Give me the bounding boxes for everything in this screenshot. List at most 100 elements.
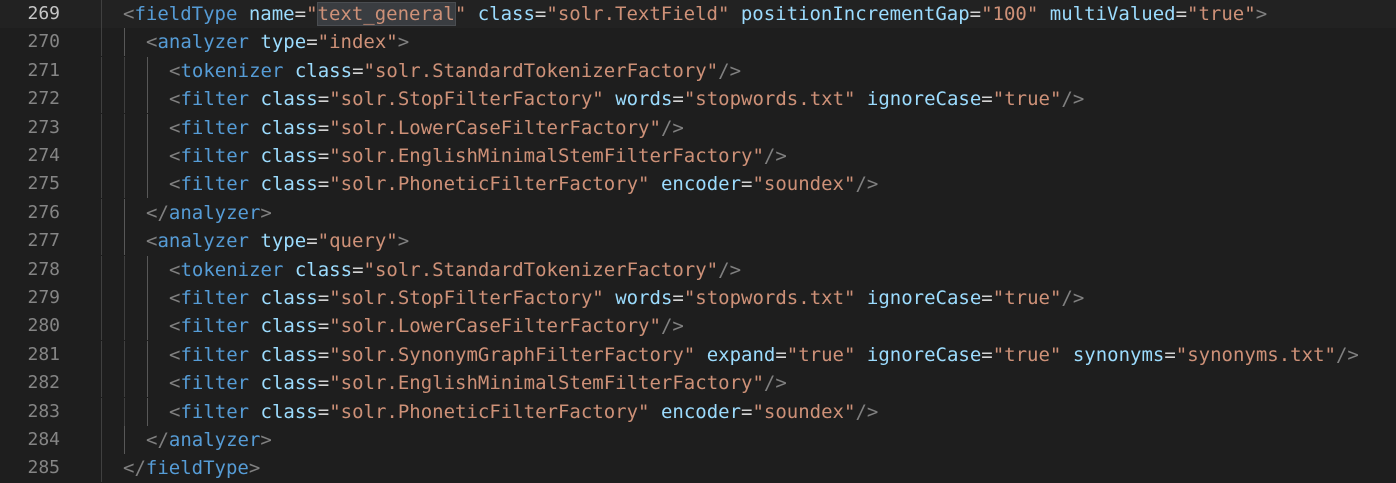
- indent-guide: [101, 312, 102, 341]
- code-token: "true": [992, 88, 1062, 111]
- code-token: class: [260, 116, 318, 139]
- indent-guide: [101, 198, 102, 227]
- code-line[interactable]: 275 <filter class="solr.PhoneticFilterFac…: [0, 170, 1396, 199]
- code-token: >: [1255, 3, 1268, 25]
- code-token: filter: [180, 145, 250, 167]
- code-token: fieldType: [134, 3, 238, 25]
- code-token: "stopwords.txt": [683, 88, 856, 111]
- code-text: <tokenizer class="solr.StandardTokenizer…: [169, 57, 741, 85]
- code-line[interactable]: 272 <filter class="solr.StopFilterFactory…: [0, 85, 1396, 114]
- code-token: =: [294, 3, 307, 25]
- code-line[interactable]: 271 <tokenizer class="solr.StandardTokeni…: [0, 56, 1396, 85]
- code-line[interactable]: 276 </analyzer>: [0, 198, 1396, 227]
- code-token: tokenizer: [180, 59, 284, 82]
- code-line[interactable]: 281 <filter class="solr.SynonymGraphFilte…: [0, 340, 1396, 369]
- code-token: class: [260, 343, 318, 366]
- code-text: </fieldType>: [123, 454, 260, 482]
- line-number: 279: [27, 287, 60, 308]
- code-token: =: [534, 3, 547, 25]
- code-token: =: [317, 343, 330, 366]
- code-token: "true": [786, 343, 856, 366]
- code-line[interactable]: 270 <analyzer type="index">: [0, 28, 1396, 57]
- indent-guide: [101, 340, 102, 369]
- code-line[interactable]: 278 <tokenizer class="solr.StandardTokeni…: [0, 255, 1396, 284]
- code-line[interactable]: 274 <filter class="solr.EnglishMinimalSte…: [0, 142, 1396, 170]
- code-token: class: [294, 59, 353, 82]
- code-token: =: [317, 88, 330, 111]
- code-line[interactable]: 273 <filter class="solr.LowerCaseFilterFa…: [0, 113, 1396, 142]
- code-token: =: [741, 400, 753, 423]
- code-token: class: [477, 3, 535, 25]
- indent-guide: [124, 426, 125, 454]
- indent-guide: [101, 454, 102, 483]
- code-token: <: [169, 116, 181, 139]
- indent-guide: [147, 142, 148, 170]
- code-token: expand: [706, 343, 776, 366]
- code-token: filter: [180, 287, 250, 309]
- code-token: <: [123, 3, 135, 25]
- code-token: "stopwords.txt": [683, 287, 856, 309]
- indent-guide: [101, 28, 102, 57]
- code-text: <filter class="solr.StopFilterFactory" w…: [169, 85, 1084, 113]
- code-line[interactable]: 285 </fieldType>: [0, 454, 1396, 483]
- code-token: positionIncrementGap: [740, 3, 970, 25]
- code-token: analyzer: [168, 201, 261, 224]
- code-editor[interactable]: 269 <fieldType name="text_general" class=…: [0, 0, 1396, 483]
- line-number: 282: [27, 372, 60, 394]
- code-token: "solr.StopFilterFactory": [329, 88, 604, 111]
- code-token: synonyms: [1072, 343, 1165, 366]
- code-token: =: [306, 31, 318, 54]
- code-token: />: [1061, 88, 1085, 111]
- code-token: =: [741, 173, 753, 196]
- code-line[interactable]: 269 <fieldType name="text_general" class=…: [0, 0, 1396, 28]
- code-token: name: [248, 3, 295, 25]
- code-line[interactable]: 283 <filter class="solr.PhoneticFilterFac…: [0, 397, 1396, 426]
- code-token: =: [672, 287, 684, 309]
- indent-guide: [101, 284, 102, 312]
- code-token: <: [169, 88, 181, 111]
- code-line[interactable]: 280 <filter class="solr.LowerCaseFilterFa…: [0, 312, 1396, 341]
- code-token: <: [146, 31, 158, 54]
- indent-guide: [147, 170, 148, 199]
- line-number: 274: [27, 145, 60, 166]
- code-text: <filter class="solr.PhoneticFilterFactor…: [169, 398, 878, 426]
- indent-guide: [124, 255, 125, 284]
- indent-guide: [101, 85, 102, 114]
- indent-guide: [124, 340, 125, 369]
- code-token: type: [260, 230, 307, 253]
- code-token: filter: [180, 343, 250, 366]
- indent-guide: [124, 397, 125, 426]
- code-line[interactable]: 277 <analyzer type="query">: [0, 227, 1396, 256]
- code-token: />: [855, 173, 879, 196]
- code-token: "solr.PhoneticFilterFactory": [329, 173, 650, 196]
- code-token: ignoreCase: [866, 287, 982, 309]
- code-text: <analyzer type="index">: [146, 28, 409, 56]
- code-token: "true": [992, 343, 1062, 366]
- line-number: 269: [27, 3, 60, 24]
- code-token: class: [260, 315, 318, 338]
- code-token: "solr.LowerCaseFilterFactory": [329, 116, 661, 139]
- code-token: "solr.StandardTokenizerFactory": [363, 59, 719, 82]
- code-line[interactable]: 282 <filter class="solr.EnglishMinimalSte…: [0, 369, 1396, 398]
- code-text: <filter class="solr.PhoneticFilterFactor…: [169, 170, 878, 198]
- code-line[interactable]: 279 <filter class="solr.StopFilterFactory…: [0, 284, 1396, 312]
- code-line[interactable]: 284 </analyzer>: [0, 426, 1396, 454]
- code-text: <filter class="solr.EnglishMinimalStemFi…: [169, 369, 787, 397]
- code-token: />: [855, 400, 879, 423]
- code-token: =: [1164, 343, 1176, 366]
- code-text: <filter class="solr.StopFilterFactory" w…: [169, 284, 1084, 312]
- indent-guide: [147, 56, 148, 85]
- code-token: "solr.TextField": [546, 3, 730, 25]
- code-token: <: [169, 315, 181, 338]
- code-token: filter: [180, 315, 250, 338]
- code-token: class: [260, 173, 318, 196]
- indent-guide: [147, 340, 148, 369]
